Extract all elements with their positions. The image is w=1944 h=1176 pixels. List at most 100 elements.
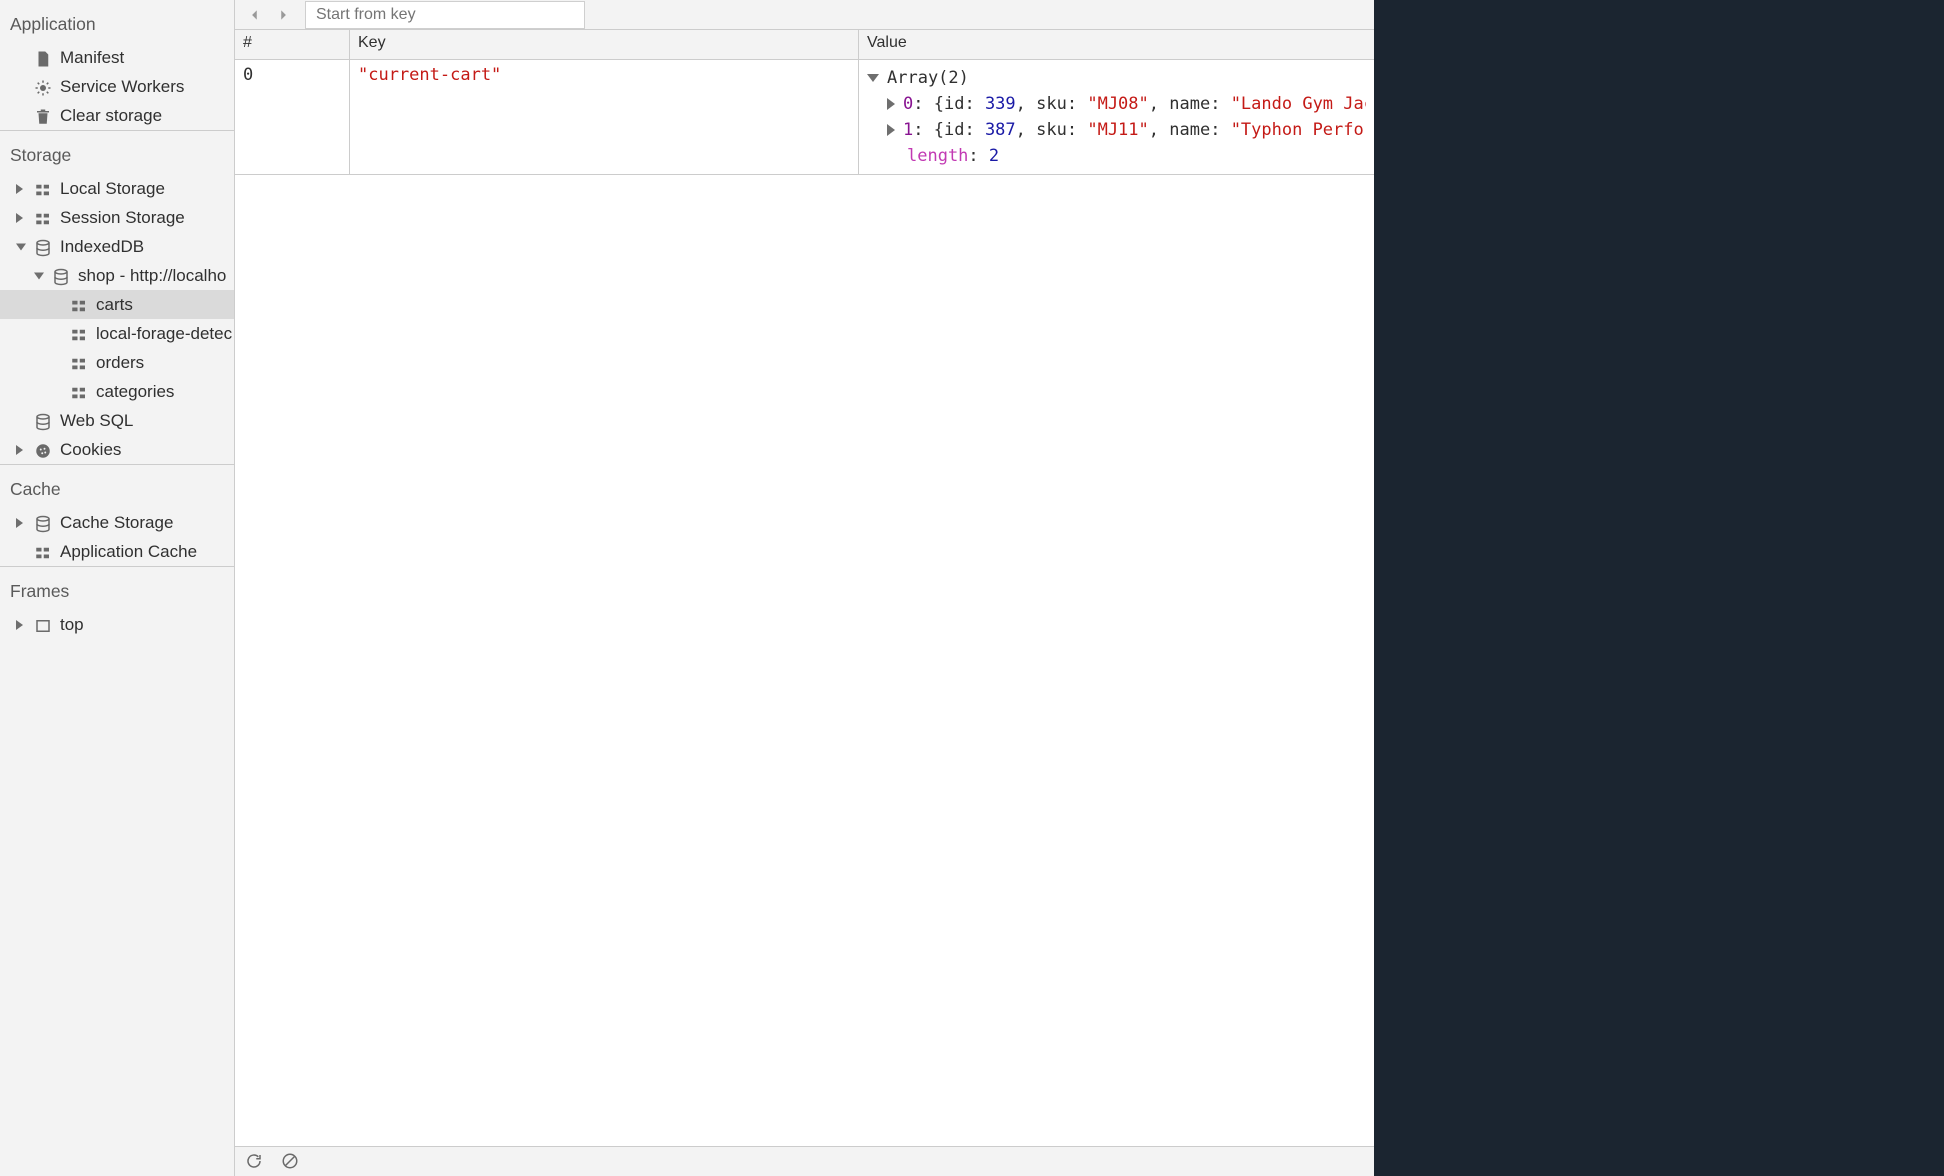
grid-icon <box>70 324 88 342</box>
item-label: shop - http://localho <box>78 266 226 285</box>
sidebar-item-application-cache[interactable]: Application Cache <box>0 537 234 566</box>
chevron-right-icon[interactable] <box>16 518 23 528</box>
chevron-right-icon[interactable] <box>16 213 23 223</box>
chevron-right-icon[interactable] <box>887 98 895 110</box>
chevron-down-icon[interactable] <box>867 74 879 82</box>
database-icon <box>52 266 70 284</box>
sidebar-item-local-storage[interactable]: Local Storage <box>0 174 234 203</box>
value-array-item[interactable]: 0: {id: 339, sku: "MJ08", name: "Lando G… <box>867 91 1366 117</box>
prop-name-label: name <box>1169 120 1210 140</box>
prop-name-label: name <box>1169 94 1210 114</box>
prev-page-button[interactable] <box>243 3 267 27</box>
start-key-input[interactable] <box>305 1 585 29</box>
prop-name-val: "Typhon Performan <box>1231 120 1366 140</box>
item-label: orders <box>96 353 144 372</box>
storage-tree: Local Storage Session Storage IndexedDB … <box>0 174 234 464</box>
sidebar-item-manifest[interactable]: Manifest <box>0 43 234 72</box>
database-icon <box>34 513 52 531</box>
sidebar-item-clear-storage[interactable]: Clear storage <box>0 101 234 130</box>
prop-id-label: id <box>944 120 964 140</box>
grid-icon <box>34 542 52 560</box>
cookie-icon <box>34 440 52 458</box>
grid-icon <box>70 295 88 313</box>
key-text: "current-cart" <box>358 65 501 85</box>
sidebar-item-cache-storage[interactable]: Cache Storage <box>0 508 234 537</box>
toolbar <box>235 0 1374 30</box>
cell-key: "current-cart" <box>350 60 859 174</box>
chevron-right-icon[interactable] <box>16 620 23 630</box>
item-label: Local Storage <box>60 179 165 198</box>
header-index[interactable]: # <box>235 30 350 59</box>
grid-icon <box>70 382 88 400</box>
section-title-storage: Storage <box>0 130 234 174</box>
value-summary[interactable]: Array(2) <box>867 65 1366 91</box>
sidebar-item-indexeddb-shop[interactable]: shop - http://localho <box>0 261 234 290</box>
right-dark-pane <box>1378 0 1944 1176</box>
item-label: Manifest <box>60 48 124 67</box>
prop-sku-val: "MJ11" <box>1087 120 1148 140</box>
sidebar-item-store-carts[interactable]: carts <box>0 290 234 319</box>
prop-name-val: "Lando Gym Jacket <box>1231 94 1366 114</box>
value-length: length: 2 <box>867 143 1366 169</box>
application-tree: Manifest Service Workers Clear storage <box>0 43 234 130</box>
header-value[interactable]: Value <box>859 30 1374 59</box>
frames-tree: top <box>0 610 234 639</box>
chevron-down-icon[interactable] <box>16 243 26 250</box>
table-empty-area <box>235 175 1374 1146</box>
next-page-button[interactable] <box>271 3 295 27</box>
item-label: Clear storage <box>60 106 162 125</box>
item-label: local-forage-detec <box>96 324 232 343</box>
item-label: Application Cache <box>60 542 197 561</box>
sidebar-item-cookies[interactable]: Cookies <box>0 435 234 464</box>
sidebar-item-store-categories[interactable]: categories <box>0 377 234 406</box>
file-icon <box>34 48 52 66</box>
idx-label: 1 <box>903 120 913 140</box>
grid-icon <box>70 353 88 371</box>
prop-sku-val: "MJ08" <box>1087 94 1148 114</box>
item-label: IndexedDB <box>60 237 144 256</box>
length-label: length <box>907 146 968 166</box>
cell-value: Array(2) 0: {id: 339, sku: "MJ08", name:… <box>859 60 1374 174</box>
summary-text: Array(2) <box>887 68 969 88</box>
idx-label: 0 <box>903 94 913 114</box>
section-title-cache: Cache <box>0 464 234 508</box>
sidebar-item-store-localforage[interactable]: local-forage-detec <box>0 319 234 348</box>
sidebar-item-websql[interactable]: Web SQL <box>0 406 234 435</box>
table-header: # Key Value <box>235 30 1374 60</box>
chevron-down-icon[interactable] <box>34 272 44 279</box>
prop-id-val: 339 <box>985 94 1016 114</box>
refresh-button[interactable] <box>245 1152 265 1172</box>
item-label: carts <box>96 295 133 314</box>
item-label: Web SQL <box>60 411 133 430</box>
frame-icon <box>34 615 52 633</box>
clear-button[interactable] <box>281 1152 301 1172</box>
section-title-frames: Frames <box>0 566 234 610</box>
header-key[interactable]: Key <box>350 30 859 59</box>
prop-sku-label: sku <box>1036 120 1067 140</box>
item-label: Cache Storage <box>60 513 173 532</box>
table-row[interactable]: 0 "current-cart" Array(2) 0: {id: 339, s… <box>235 60 1374 175</box>
cache-tree: Cache Storage Application Cache <box>0 508 234 566</box>
item-label: top <box>60 615 84 634</box>
item-label: Session Storage <box>60 208 185 227</box>
chevron-right-icon[interactable] <box>16 445 23 455</box>
chevron-right-icon[interactable] <box>887 124 895 136</box>
footer <box>235 1146 1374 1176</box>
sidebar-item-service-workers[interactable]: Service Workers <box>0 72 234 101</box>
sidebar-item-store-orders[interactable]: orders <box>0 348 234 377</box>
item-label: Service Workers <box>60 77 184 96</box>
trash-icon <box>34 106 52 124</box>
prop-id-label: id <box>944 94 964 114</box>
table-area: # Key Value 0 "current-cart" Array(2) 0:… <box>235 30 1374 1146</box>
value-array-item[interactable]: 1: {id: 387, sku: "MJ11", name: "Typhon … <box>867 117 1366 143</box>
prop-id-val: 387 <box>985 120 1016 140</box>
length-val: 2 <box>989 146 999 166</box>
sidebar-item-session-storage[interactable]: Session Storage <box>0 203 234 232</box>
main-panel: # Key Value 0 "current-cart" Array(2) 0:… <box>235 0 1374 1176</box>
sidebar-item-frame-top[interactable]: top <box>0 610 234 639</box>
chevron-right-icon[interactable] <box>16 184 23 194</box>
section-title-application: Application <box>0 0 234 43</box>
sidebar: Application Manifest Service Workers Cle… <box>0 0 235 1176</box>
sidebar-item-indexeddb[interactable]: IndexedDB <box>0 232 234 261</box>
gear-icon <box>34 77 52 95</box>
